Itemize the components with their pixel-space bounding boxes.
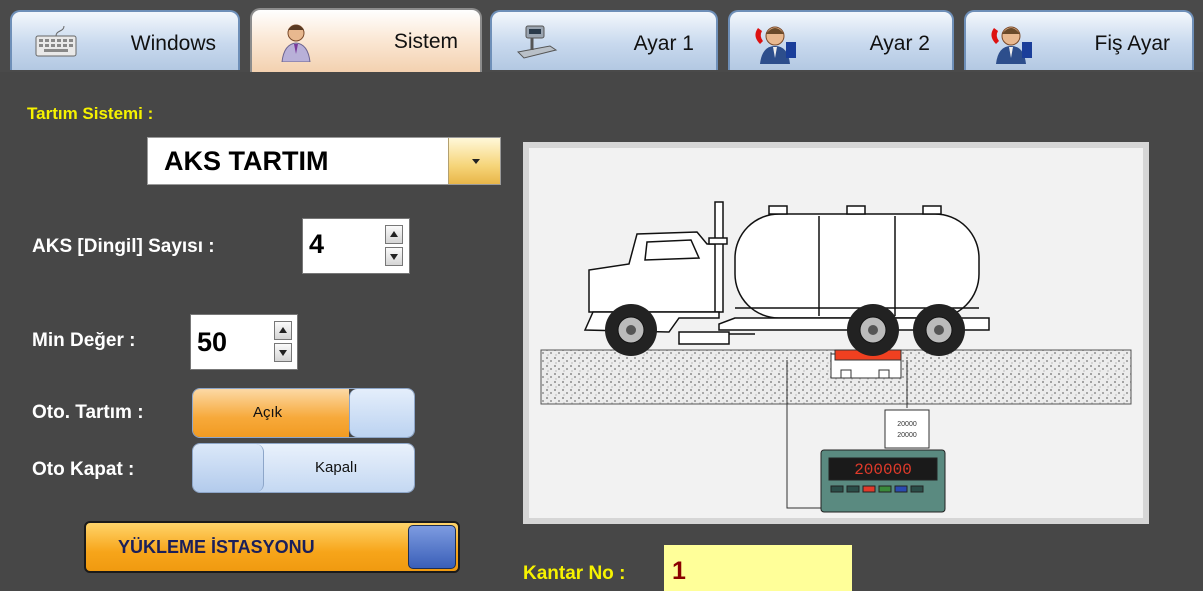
tab-label: Windows [130,32,216,55]
axle-count-label: AKS [Dingil] Sayısı : [32,236,215,257]
indicator-label-bottom: 20000 [897,432,917,439]
axle-scale-illustration: 20000 20000 200000 [523,142,1149,524]
min-value-stepper[interactable]: 50 [190,314,298,370]
tab-label: Sistem [393,30,458,53]
arrow-up-icon [390,231,398,237]
min-value-value: 50 [197,327,228,357]
indicator-label-top: 20000 [897,421,917,428]
weighing-system-value: AKS TARTIM [164,146,329,176]
tab-label: Ayar 2 [869,32,930,55]
toggle-knob [349,389,414,437]
operator-phone-icon [755,26,796,64]
tab-label: Ayar 1 [633,32,694,55]
auto-close-toggle[interactable]: Kapalı [192,443,415,493]
axle-count-value: 4 [309,229,325,259]
tab-fis-ayar[interactable]: Fiş Ayar [964,10,1194,70]
auto-weigh-label: Oto. Tartım : [32,402,144,423]
tanker-truck-on-scale-illustration: 20000 20000 200000 [540,201,1132,513]
auto-close-label: Oto Kapat : [32,459,135,480]
auto-weigh-toggle[interactable]: Açık [192,388,415,438]
tab-ayar-1[interactable]: Ayar 1 [490,10,718,70]
tab-ayar-2[interactable]: Ayar 2 [728,10,954,70]
loading-station-label: YÜKLEME İSTASYONU [118,537,315,557]
toggle-knob [408,525,456,569]
auto-close-state: Kapalı [315,459,358,476]
spin-down-button[interactable] [274,343,292,362]
indicator-display: 200000 [854,461,912,479]
dropdown-button[interactable] [448,138,500,184]
user-icon [281,24,311,62]
tab-windows[interactable]: Windows [10,10,240,70]
min-value-label: Min Değer : [32,330,136,351]
tab-bar: Windows Sistem Ayar 1 Ayar 2 Fiş Ayar [0,0,1203,72]
auto-weigh-state: Açık [253,404,283,421]
weighing-system-label: Tartım Sistemi : [27,104,154,123]
spin-up-button[interactable] [385,225,403,244]
scale-no-label: Kantar No : [523,563,626,584]
scale-no-field[interactable]: 1 [664,545,852,591]
keyboard-icon [35,25,77,57]
arrow-up-icon [279,327,287,333]
scale-icon [516,25,558,59]
tab-label: Fiş Ayar [1094,32,1170,55]
spin-up-button[interactable] [274,321,292,340]
loading-station-button[interactable]: YÜKLEME İSTASYONU [84,521,460,573]
axle-count-stepper[interactable]: 4 [302,218,410,274]
arrow-down-icon [279,350,287,356]
arrow-down-icon [390,254,398,260]
tab-sistem[interactable]: Sistem [250,8,482,72]
scale-no-value: 1 [672,557,686,585]
toggle-knob [193,444,264,492]
operator-phone-icon [991,26,1032,64]
weighing-system-dropdown[interactable]: AKS TARTIM [147,137,501,185]
chevron-down-icon [472,159,480,164]
spin-down-button[interactable] [385,247,403,266]
